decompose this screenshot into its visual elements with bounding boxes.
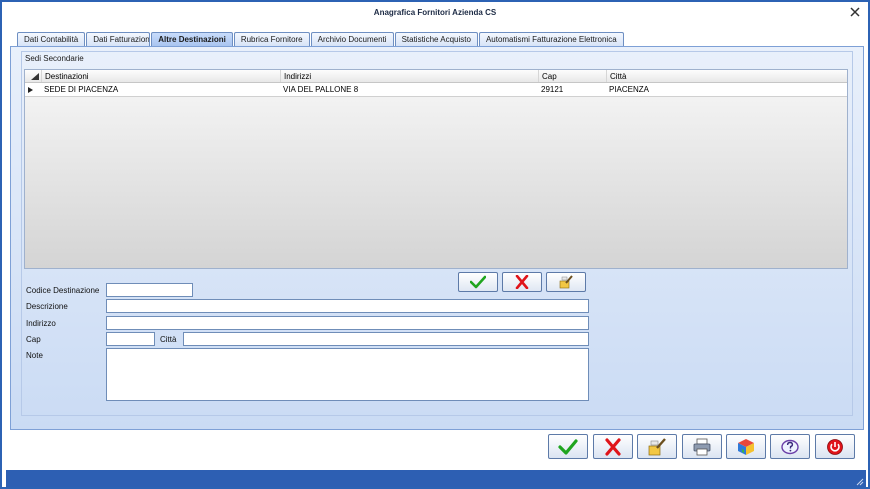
tab-automatismi-fatturazione[interactable]: Automatismi Fatturazione Elettronica xyxy=(478,32,624,47)
codice-destinazione-label: Codice Destinazione xyxy=(26,286,100,295)
cancel-button[interactable] xyxy=(593,434,633,459)
resize-grip-icon[interactable] xyxy=(856,478,864,486)
status-bar xyxy=(6,470,866,487)
main-window: Anagrafica Fornitori Azienda CS Dati Con… xyxy=(0,0,870,489)
confirm-edit-button[interactable] xyxy=(458,272,498,292)
note-label: Note xyxy=(26,351,43,360)
descrizione-label: Descrizione xyxy=(26,302,68,311)
indirizzo-input[interactable] xyxy=(106,316,589,330)
help-icon xyxy=(781,439,799,454)
cell-indirizzo[interactable]: VIA DEL PALLONE 8 xyxy=(280,83,538,96)
tab-statistiche-acquisto[interactable]: Statistiche Acquisto xyxy=(394,32,478,47)
cap-input[interactable] xyxy=(106,332,155,346)
tab-rubrica-fornitore[interactable]: Rubrica Fornitore xyxy=(233,32,310,47)
destinations-grid[interactable]: Destinazioni Indirizzi Cap Città SEDE DI… xyxy=(24,69,848,269)
citta-label: Città xyxy=(160,335,177,344)
column-header-destinazioni[interactable]: Destinazioni xyxy=(41,70,280,82)
row-pointer-icon xyxy=(28,87,33,93)
check-icon xyxy=(470,275,486,289)
group-label: Sedi Secondarie xyxy=(25,54,84,63)
column-header-citta[interactable]: Città xyxy=(606,70,847,82)
grid-header: Destinazioni Indirizzi Cap Città xyxy=(25,70,847,83)
help-button[interactable] xyxy=(770,434,810,459)
indirizzo-label: Indirizzo xyxy=(26,319,56,328)
tab-altre-destinazioni[interactable]: Altre Destinazioni xyxy=(151,32,233,47)
clear-button[interactable] xyxy=(637,434,677,459)
descrizione-input[interactable] xyxy=(106,299,589,313)
print-button[interactable] xyxy=(682,434,722,459)
cap-label: Cap xyxy=(26,335,41,344)
exit-button[interactable] xyxy=(815,434,855,459)
printer-icon xyxy=(693,438,711,455)
check-icon xyxy=(558,438,578,455)
table-row[interactable]: SEDE DI PIACENZA VIA DEL PALLONE 8 29121… xyxy=(25,83,847,97)
tab-dati-fatturazione[interactable]: Dati Fatturazione xyxy=(86,32,151,47)
eraser-icon xyxy=(648,437,666,455)
tab-dati-contabilita[interactable]: Dati Contabilità xyxy=(17,32,86,47)
close-window-button[interactable] xyxy=(848,5,862,19)
clear-edit-button[interactable] xyxy=(546,272,586,292)
sort-icon[interactable] xyxy=(31,73,39,80)
cell-cap[interactable]: 29121 xyxy=(538,83,606,96)
tab-archivio-documenti[interactable]: Archivio Documenti xyxy=(310,32,394,47)
cube-button[interactable] xyxy=(726,434,766,459)
exit-icon xyxy=(827,438,843,455)
column-header-cap[interactable]: Cap xyxy=(538,70,606,82)
cell-citta[interactable]: PIACENZA xyxy=(606,83,847,96)
note-textarea[interactable] xyxy=(106,348,589,401)
close-icon xyxy=(850,7,860,17)
cell-destinazione[interactable]: SEDE DI PIACENZA xyxy=(41,83,280,96)
x-icon xyxy=(605,437,621,456)
x-icon xyxy=(515,275,529,289)
eraser-icon xyxy=(559,275,573,289)
tab-strip: Dati Contabilità Dati Fatturazione Altre… xyxy=(17,32,625,47)
column-header-indirizzi[interactable]: Indirizzi xyxy=(280,70,538,82)
cube-icon xyxy=(738,438,754,455)
window-title: Anagrafica Fornitori Azienda CS xyxy=(373,8,497,17)
save-button[interactable] xyxy=(548,434,588,459)
cancel-edit-button[interactable] xyxy=(502,272,542,292)
citta-input[interactable] xyxy=(183,332,589,346)
codice-destinazione-input[interactable] xyxy=(106,283,193,297)
